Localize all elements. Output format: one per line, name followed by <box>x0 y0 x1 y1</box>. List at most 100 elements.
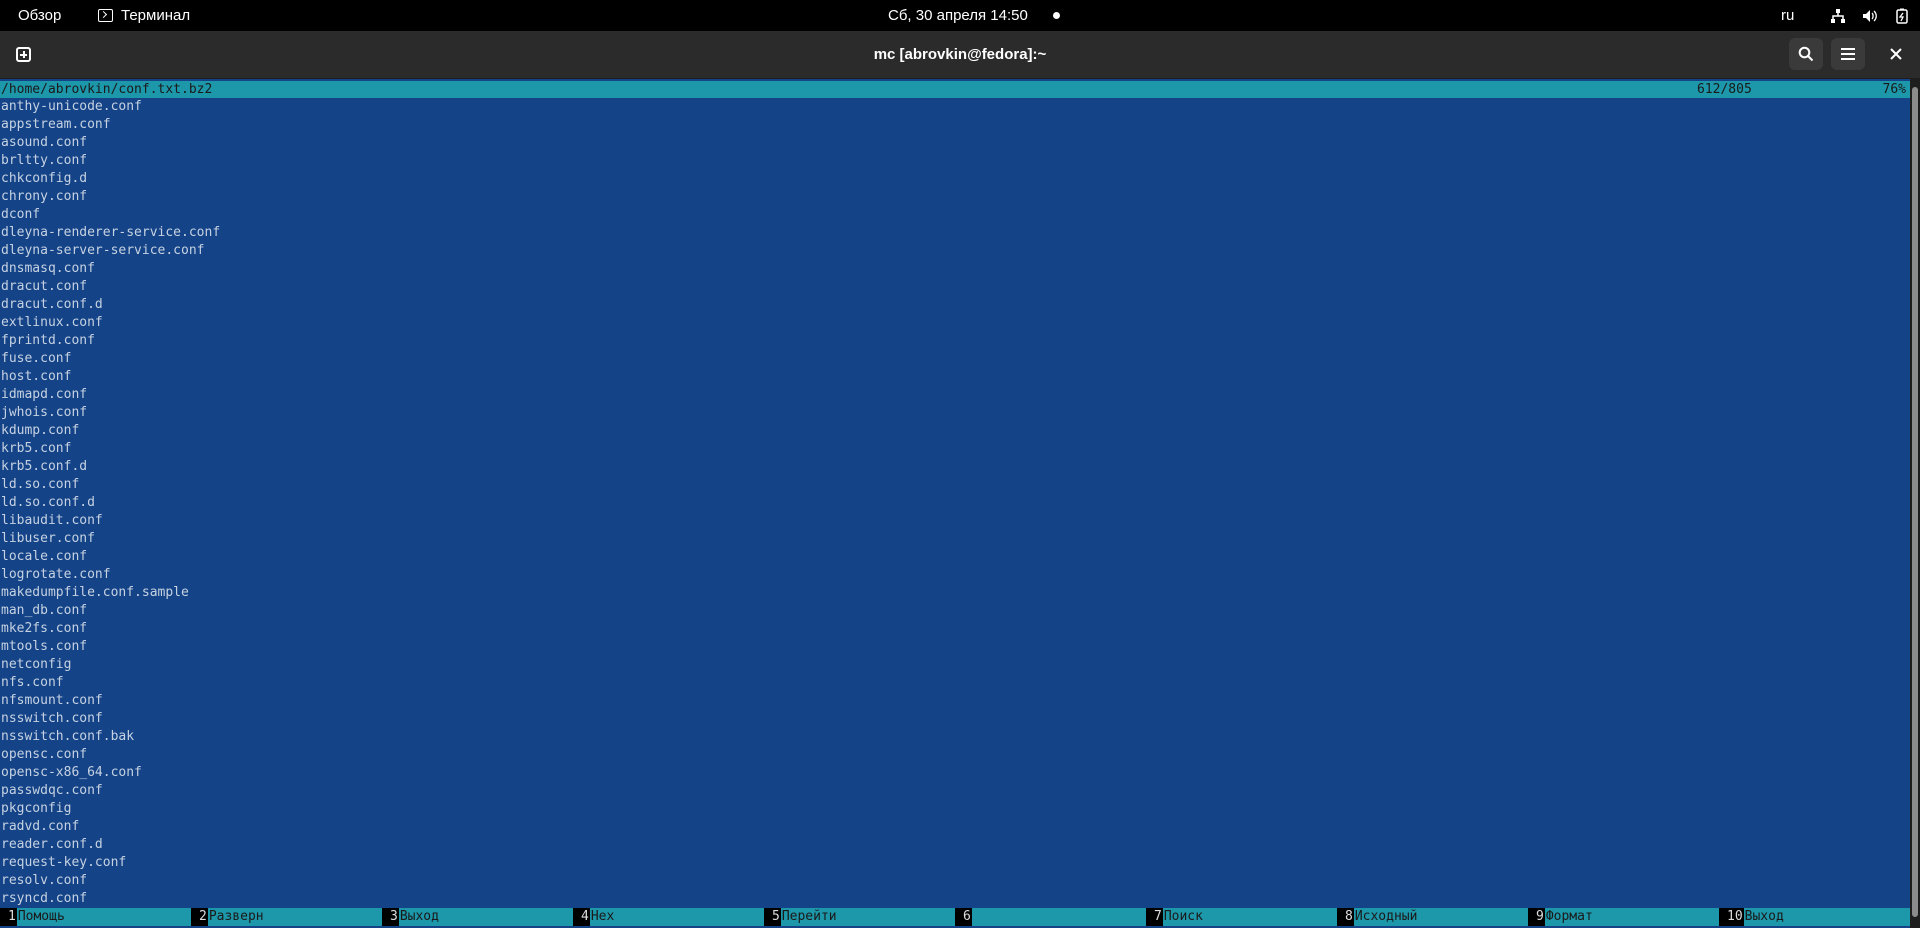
fkey-number: 6 <box>955 908 972 926</box>
fkey-label <box>972 908 973 926</box>
viewer-line: dleyna-server-service.conf <box>1 243 205 258</box>
main-menu-button[interactable] <box>1831 38 1865 70</box>
viewer-line: pkgconfig <box>1 801 72 816</box>
viewer-line: brltty.conf <box>1 153 88 168</box>
viewer-line: nfs.conf <box>1 675 64 690</box>
viewer-line: chrony.conf <box>1 189 88 204</box>
viewer-line: nsswitch.conf <box>1 711 103 726</box>
terminal-scrollbar[interactable] <box>1910 79 1920 928</box>
activities-button[interactable]: Обзор <box>18 0 61 31</box>
viewer-line: opensc-x86_64.conf <box>1 765 142 780</box>
viewer-line: mke2fs.conf <box>1 621 88 636</box>
search-button[interactable] <box>1789 38 1823 70</box>
fkey-3[interactable]: 3 Выход <box>382 908 573 926</box>
fkey-label: Поиск <box>1163 909 1203 924</box>
viewer-line: makedumpfile.conf.sample <box>1 585 189 600</box>
viewer-line: dconf <box>1 207 41 222</box>
fkey-number: 5 <box>764 908 781 926</box>
fkey-8[interactable]: 8 Исходный <box>1337 908 1528 926</box>
fkey-number: 4 <box>573 908 590 926</box>
viewer-line: dracut.conf <box>1 279 88 294</box>
viewer-line: anthy-unicode.conf <box>1 99 142 114</box>
system-top-bar: Обзор Терминал Сб, 30 апреля 14:50 ru <box>0 0 1920 31</box>
fkey-label: Выход <box>399 909 439 924</box>
app-menu-button[interactable]: Терминал <box>98 0 190 31</box>
fkey-number: 3 <box>382 908 399 926</box>
viewer-line: passwdqc.conf <box>1 783 103 798</box>
scrollbar-thumb[interactable] <box>1912 87 1918 917</box>
fkey-label: Перейти <box>781 909 837 924</box>
fkey-number: 10 <box>1719 908 1744 926</box>
fkey-7[interactable]: 7 Поиск <box>1146 908 1337 926</box>
app-menu-label: Терминал <box>121 7 191 24</box>
fkey-label: Разверн <box>208 909 264 924</box>
network-icon <box>1829 0 1847 31</box>
percent-viewed: 76% <box>1882 82 1906 97</box>
clock[interactable]: Сб, 30 апреля 14:50 <box>888 0 1028 31</box>
file-path: /home/abrovkin/conf.txt.bz2 <box>1 82 213 97</box>
fkey-label: Hex <box>590 909 615 924</box>
fkey-label: Помощь <box>17 909 65 924</box>
fkey-4[interactable]: 4 Hex <box>573 908 764 926</box>
terminal-header-bar: mc [abrovkin@fedora]:~ <box>0 31 1920 78</box>
viewer-line: appstream.conf <box>1 117 111 132</box>
viewer-line: man_db.conf <box>1 603 88 618</box>
terminal-area[interactable]: /home/abrovkin/conf.txt.bz2 612/805 76% … <box>0 79 1910 928</box>
fkey-number: 9 <box>1528 908 1545 926</box>
fkey-label: Выход <box>1744 909 1784 924</box>
fkey-10[interactable]: 10 Выход <box>1719 908 1910 926</box>
system-tray[interactable] <box>1829 0 1911 31</box>
viewer-line: krb5.conf <box>1 441 72 456</box>
viewer-line: host.conf <box>1 369 72 384</box>
viewer-status-line: /home/abrovkin/conf.txt.bz2 612/805 76% <box>0 81 1910 98</box>
viewer-line: chkconfig.d <box>1 171 88 186</box>
viewer-line: libuser.conf <box>1 531 95 546</box>
fkey-2[interactable]: 2 Разверн <box>191 908 382 926</box>
viewer-line: nfsmount.conf <box>1 693 103 708</box>
viewer-line: ld.so.conf.d <box>1 495 95 510</box>
volume-icon <box>1861 0 1879 31</box>
viewer-line: resolv.conf <box>1 873 88 888</box>
viewer-line: netconfig <box>1 657 72 672</box>
keyboard-layout-indicator[interactable]: ru <box>1781 0 1794 31</box>
viewer-line: fprintd.conf <box>1 333 95 348</box>
fkey-number: 1 <box>0 908 17 926</box>
viewer-line: libaudit.conf <box>1 513 103 528</box>
new-tab-icon <box>15 46 31 62</box>
fkey-5[interactable]: 5 Перейти <box>764 908 955 926</box>
line-position: 612/805 <box>1697 82 1752 97</box>
fkey-number: 2 <box>191 908 208 926</box>
viewer-line: dnsmasq.conf <box>1 261 95 276</box>
function-key-bar: 1 Помощь 2 Разверн 3 Выход 4 Hex 5 Перейти 6 7 Поиск… <box>0 908 1910 926</box>
fkey-9[interactable]: 9 Формат <box>1528 908 1719 926</box>
viewer-line: locale.conf <box>1 549 88 564</box>
viewer-line: dracut.conf.d <box>1 297 103 312</box>
fkey-number: 7 <box>1146 908 1163 926</box>
close-window-button[interactable] <box>1880 38 1912 70</box>
close-icon <box>1890 48 1902 60</box>
window-title: mc [abrovkin@fedora]:~ <box>873 46 1047 63</box>
viewer-line: radvd.conf <box>1 819 80 834</box>
viewer-line: request-key.conf <box>1 855 127 870</box>
fkey-6[interactable]: 6 <box>955 908 1146 926</box>
viewer-line: logrotate.conf <box>1 567 111 582</box>
fkey-label: Исходный <box>1354 909 1418 924</box>
viewer-content: anthy-unicode.conf appstream.conf asound.c… <box>1 98 220 908</box>
viewer-line: extlinux.conf <box>1 315 103 330</box>
battery-icon <box>1893 0 1911 31</box>
fkey-1[interactable]: 1 Помощь <box>0 908 191 926</box>
fkey-number: 8 <box>1337 908 1354 926</box>
viewer-line: ld.so.conf <box>1 477 80 492</box>
viewer-line: nsswitch.conf.bak <box>1 729 135 744</box>
viewer-line: kdump.conf <box>1 423 80 438</box>
search-icon <box>1798 46 1814 62</box>
fkey-label: Формат <box>1545 909 1593 924</box>
notification-dot <box>1053 12 1060 19</box>
viewer-line: asound.conf <box>1 135 88 150</box>
viewer-line: dleyna-renderer-service.conf <box>1 225 221 240</box>
viewer-line: fuse.conf <box>1 351 72 366</box>
viewer-line: jwhois.conf <box>1 405 88 420</box>
viewer-line: idmapd.conf <box>1 387 88 402</box>
viewer-line: krb5.conf.d <box>1 459 88 474</box>
new-tab-button[interactable] <box>8 39 38 69</box>
